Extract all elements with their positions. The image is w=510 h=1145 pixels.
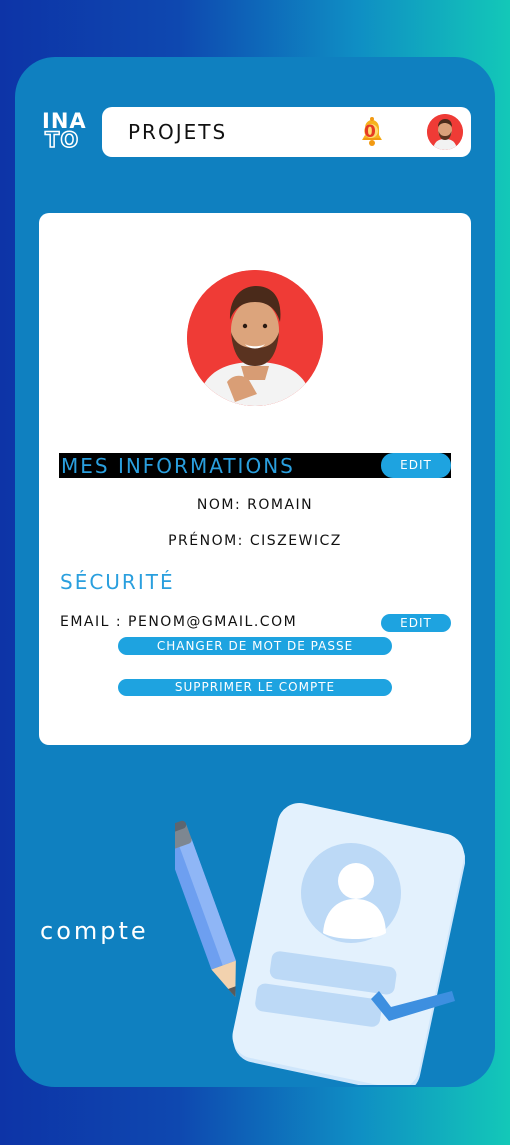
delete-account-button[interactable]: SUPPRIMER LE COMPTE [118,679,392,696]
info-section-title: MES INFORMATIONS [61,454,295,478]
user-avatar[interactable] [427,114,463,150]
info-header: MES INFORMATIONS EDIT [59,453,451,478]
top-bar: PROJETS 0 [102,107,471,157]
profile-card: MES INFORMATIONS EDIT NOM: ROMAIN PRÉNOM… [39,213,471,745]
page-label: compte [40,917,149,945]
profile-avatar [187,270,323,406]
change-password-button[interactable]: CHANGER DE MOT DE PASSE [118,637,392,655]
email-field: EMAIL : PENOM@GMAIL.COM [60,614,298,630]
app-logo[interactable]: INA TO [42,111,90,154]
notification-bell-icon[interactable]: 0 [354,114,390,150]
first-name-field: PRÉNOM: CISZEWICZ [168,533,342,549]
last-name-field: NOM: ROMAIN [196,497,314,513]
notification-count: 0 [364,122,376,142]
edit-info-button[interactable]: EDIT [381,453,451,478]
page-title: PROJETS [128,120,228,144]
logo-text-bottom: TO [44,128,80,152]
profile-illustration [161,795,466,1094]
security-section-title: SÉCURITÉ [60,570,175,594]
edit-email-button[interactable]: EDIT [381,614,451,632]
